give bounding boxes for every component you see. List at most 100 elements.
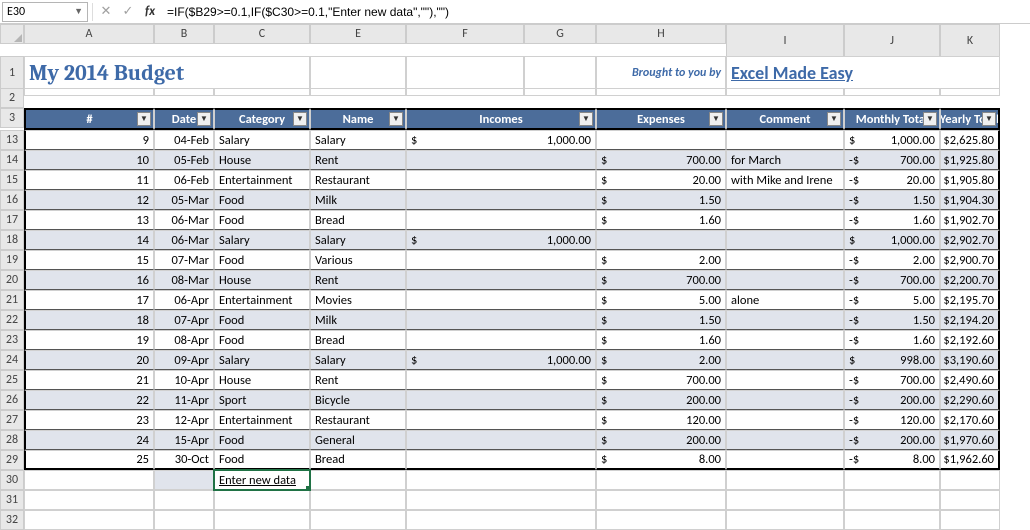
- table-header[interactable]: Category▼: [214, 108, 310, 130]
- table-header[interactable]: Date▼: [154, 108, 214, 130]
- fx-icon[interactable]: fx: [141, 3, 159, 21]
- expense-cell: [596, 130, 726, 150]
- date-cell: 05-Feb: [154, 150, 214, 170]
- row-header[interactable]: 18: [0, 230, 24, 250]
- selected-cell[interactable]: Enter new data: [214, 470, 310, 490]
- row-header[interactable]: 30: [0, 470, 24, 490]
- row-header[interactable]: 32: [0, 510, 24, 530]
- row-header[interactable]: 20: [0, 270, 24, 290]
- column-header[interactable]: F: [406, 24, 524, 44]
- row-header[interactable]: 28: [0, 430, 24, 450]
- expense-cell: $700.00: [596, 150, 726, 170]
- name-cell: Salary: [310, 230, 406, 250]
- category-cell: Food: [214, 250, 310, 270]
- expense-cell: $2.00: [596, 250, 726, 270]
- filter-dropdown-icon[interactable]: ▼: [709, 112, 723, 126]
- column-header[interactable]: E: [310, 24, 406, 44]
- row-header[interactable]: 26: [0, 390, 24, 410]
- row-header[interactable]: 31: [0, 490, 24, 510]
- monthly-total-cell: $998.00: [844, 350, 940, 370]
- row-index: 25: [24, 450, 154, 470]
- yearly-total-cell: $2,902.70: [940, 230, 1000, 250]
- expense-cell: $8.00: [596, 450, 726, 470]
- table-header[interactable]: Comment▼: [726, 108, 844, 130]
- monthly-total-cell: -$1.60: [844, 210, 940, 230]
- name-box[interactable]: E30 ▼: [2, 2, 88, 22]
- spreadsheet-grid[interactable]: ABCEFGHIJK1My 2014 BudgetBrought to you …: [0, 24, 1030, 530]
- name-cell: General: [310, 430, 406, 450]
- filter-dropdown-icon[interactable]: ▼: [137, 112, 151, 126]
- table-header[interactable]: Yearly Total▼: [940, 108, 1000, 130]
- filter-dropdown-icon[interactable]: ▼: [197, 112, 211, 126]
- column-header[interactable]: G: [524, 24, 596, 44]
- row-header[interactable]: 21: [0, 290, 24, 310]
- confirm-icon[interactable]: ✓: [119, 3, 137, 21]
- category-cell: Entertainment: [214, 290, 310, 310]
- row-header[interactable]: 16: [0, 190, 24, 210]
- row-header[interactable]: 1: [0, 56, 24, 88]
- table-header[interactable]: Expenses▼: [596, 108, 726, 130]
- row-header[interactable]: 29: [0, 450, 24, 470]
- comment-cell: [726, 370, 844, 390]
- row-header[interactable]: 15: [0, 170, 24, 190]
- row-index: 22: [24, 390, 154, 410]
- column-header[interactable]: B: [154, 24, 214, 44]
- currency-symbol: [406, 290, 596, 310]
- row-header[interactable]: 27: [0, 410, 24, 430]
- row-header[interactable]: 25: [0, 370, 24, 390]
- filter-dropdown-icon[interactable]: ▼: [982, 112, 996, 126]
- row-index: 24: [24, 430, 154, 450]
- comment-cell: [726, 210, 844, 230]
- table-header[interactable]: Monthly Total▼: [844, 108, 940, 130]
- select-all-corner[interactable]: [0, 24, 24, 44]
- column-header[interactable]: C: [214, 24, 310, 44]
- category-cell: Food: [214, 190, 310, 210]
- name-cell: Rent: [310, 370, 406, 390]
- yearly-total-cell: $1,962.60: [940, 450, 1000, 470]
- monthly-total-cell: -$700.00: [844, 270, 940, 290]
- cancel-icon[interactable]: ✕: [97, 3, 115, 21]
- yearly-total-cell: $1,902.70: [940, 210, 1000, 230]
- table-header[interactable]: #▼: [24, 108, 154, 130]
- brought-by-label: Brought to you by: [596, 56, 726, 88]
- dropdown-icon[interactable]: ▼: [74, 6, 83, 17]
- column-header[interactable]: H: [596, 24, 726, 44]
- date-cell: 07-Apr: [154, 310, 214, 330]
- yearly-total-cell: $1,925.80: [940, 150, 1000, 170]
- filter-dropdown-icon[interactable]: ▼: [579, 112, 593, 126]
- table-header[interactable]: Name▼: [310, 108, 406, 130]
- table-header[interactable]: Incomes▼: [406, 108, 596, 130]
- monthly-total-cell: $1,000.00: [844, 230, 940, 250]
- column-header[interactable]: K: [940, 24, 1000, 56]
- column-header[interactable]: I: [726, 24, 844, 56]
- row-header[interactable]: 22: [0, 310, 24, 330]
- row-header[interactable]: 14: [0, 150, 24, 170]
- filter-dropdown-icon[interactable]: ▼: [827, 112, 841, 126]
- comment-cell: [726, 310, 844, 330]
- yearly-total-cell: $2,195.70: [940, 290, 1000, 310]
- comment-cell: with Mike and Irene: [726, 170, 844, 190]
- yearly-total-cell: $2,290.60: [940, 390, 1000, 410]
- formula-input[interactable]: [163, 2, 1028, 22]
- category-cell: Food: [214, 330, 310, 350]
- filter-dropdown-icon[interactable]: ▼: [923, 112, 937, 126]
- row-header[interactable]: 2: [0, 88, 24, 108]
- row-header[interactable]: 3: [0, 108, 24, 128]
- column-header[interactable]: J: [844, 24, 940, 56]
- date-cell: 06-Mar: [154, 210, 214, 230]
- expense-cell: $2.00: [596, 350, 726, 370]
- row-header[interactable]: 19: [0, 250, 24, 270]
- category-cell: Entertainment: [214, 170, 310, 190]
- filter-dropdown-icon[interactable]: ▼: [293, 112, 307, 126]
- column-header[interactable]: A: [24, 24, 154, 44]
- comment-cell: [726, 230, 844, 250]
- name-cell: Bread: [310, 450, 406, 470]
- row-header[interactable]: 23: [0, 330, 24, 350]
- yearly-total-cell: $1,970.60: [940, 430, 1000, 450]
- excel-made-easy-link[interactable]: Excel Made Easy: [726, 56, 1000, 88]
- row-header[interactable]: 13: [0, 130, 24, 150]
- category-cell: House: [214, 150, 310, 170]
- row-header[interactable]: 17: [0, 210, 24, 230]
- row-header[interactable]: 24: [0, 350, 24, 370]
- filter-dropdown-icon[interactable]: ▼: [389, 112, 403, 126]
